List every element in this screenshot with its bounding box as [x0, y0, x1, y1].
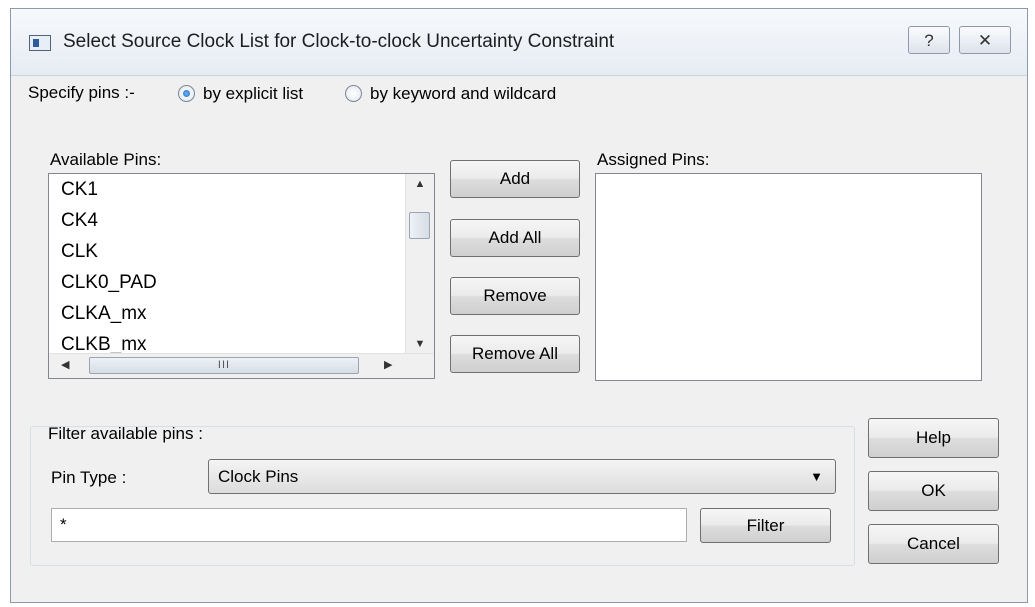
radio-explicit-label: by explicit list	[203, 83, 304, 103]
scroll-right-icon[interactable]: ▶	[384, 358, 392, 371]
question-mark-icon: ?	[924, 31, 934, 50]
pin-type-value: Clock Pins	[218, 467, 299, 486]
list-item[interactable]: CLKA_mx	[49, 298, 406, 329]
vertical-scroll-thumb[interactable]	[409, 212, 430, 239]
close-button[interactable]: ✕	[959, 26, 1011, 54]
assigned-pins-label: Assigned Pins:	[597, 150, 710, 169]
available-pins-items: CK1 CK4 CLK CLK0_PAD CLKA_mx CLKB_mx	[49, 174, 406, 354]
horizontal-scroll-thumb[interactable]: III	[89, 357, 359, 374]
ok-button[interactable]: OK	[868, 471, 999, 511]
filter-button[interactable]: Filter	[700, 508, 831, 543]
remove-button[interactable]: Remove	[450, 277, 580, 315]
radio-button-unselected[interactable]	[345, 85, 362, 103]
help-button[interactable]: Help	[868, 418, 999, 458]
radio-keyword-label: by keyword and wildcard	[370, 83, 557, 103]
radio-keyword-wildcard[interactable]: by keyword and wildcard	[345, 80, 556, 106]
scroll-down-icon[interactable]: ▼	[406, 338, 434, 350]
cancel-button[interactable]: Cancel	[868, 524, 999, 564]
radio-explicit-list[interactable]: by explicit list	[178, 80, 303, 106]
scroll-up-icon[interactable]: ▲	[406, 178, 434, 190]
filter-group-label: Filter available pins :	[48, 424, 203, 443]
title-bar: Select Source Clock List for Clock-to-cl…	[11, 9, 1027, 76]
available-pins-list[interactable]: CK1 CK4 CLK CLK0_PAD CLKA_mx CLKB_mx ▲ ▼ ◀ II…	[48, 173, 435, 379]
list-item[interactable]: CLK	[49, 236, 406, 267]
pin-type-label: Pin Type :	[51, 468, 127, 487]
app-window-icon	[29, 35, 51, 51]
add-button[interactable]: Add	[450, 160, 580, 198]
window-title: Select Source Clock List for Clock-to-cl…	[63, 31, 615, 52]
assigned-pins-list[interactable]	[595, 173, 982, 381]
list-item[interactable]: CLKB_mx	[49, 329, 406, 354]
title-help-button[interactable]: ?	[908, 26, 950, 54]
scroll-left-icon[interactable]: ◀	[61, 358, 69, 371]
remove-all-button[interactable]: Remove All	[450, 335, 580, 373]
dropdown-arrow-icon: ▼	[810, 469, 823, 484]
add-all-button[interactable]: Add All	[450, 219, 580, 257]
list-item[interactable]: CK4	[49, 205, 406, 236]
filter-pattern-input[interactable]: *	[51, 508, 687, 542]
list-item[interactable]: CK1	[49, 174, 406, 205]
radio-button-selected[interactable]	[178, 85, 195, 103]
horizontal-scrollbar[interactable]: ◀ III ▶	[49, 353, 434, 378]
specify-pins-label: Specify pins :-	[28, 83, 135, 102]
available-pins-label: Available Pins:	[50, 150, 162, 169]
vertical-scrollbar[interactable]: ▲ ▼	[405, 174, 434, 354]
list-item[interactable]: CLK0_PAD	[49, 267, 406, 298]
filter-groupbox	[30, 426, 855, 566]
scroll-corner	[406, 354, 434, 378]
pin-type-select[interactable]: Clock Pins ▼	[208, 459, 836, 494]
close-icon: ✕	[977, 31, 993, 50]
